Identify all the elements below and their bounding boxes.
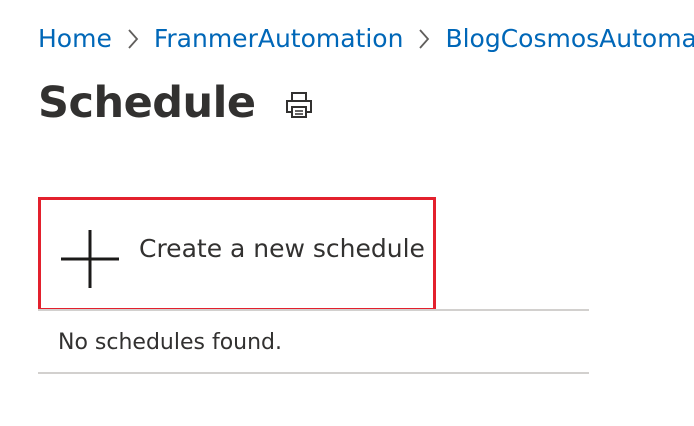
list-divider-top	[38, 309, 589, 311]
create-schedule-label: Create a new schedule	[139, 234, 425, 263]
print-button[interactable]	[280, 86, 318, 124]
print-icon	[286, 92, 312, 118]
create-schedule-button[interactable]: Create a new schedule	[38, 197, 436, 311]
chevron-right-icon	[126, 22, 140, 56]
breadcrumb-home[interactable]: Home	[38, 22, 112, 56]
empty-state-message: No schedules found.	[58, 330, 283, 355]
breadcrumb: Home FranmerAutomation BlogCosmosAutomat…	[38, 22, 694, 56]
list-divider-bottom	[38, 372, 589, 374]
page-title: Schedule	[38, 78, 256, 128]
breadcrumb-franmer-automation[interactable]: FranmerAutomation	[154, 22, 404, 56]
plus-icon	[61, 230, 119, 288]
chevron-right-icon	[417, 22, 431, 56]
breadcrumb-blog-cosmos-automation[interactable]: BlogCosmosAutomation	[445, 22, 694, 56]
